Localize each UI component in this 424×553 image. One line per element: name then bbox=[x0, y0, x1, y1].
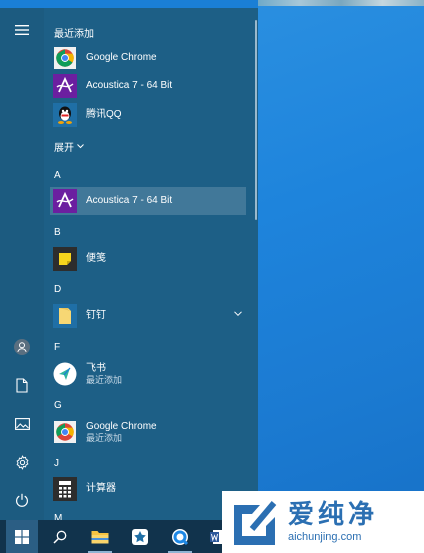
app-item-dingtalk-folder[interactable]: 钉钉 bbox=[50, 302, 246, 330]
group-letter-f[interactable]: F bbox=[54, 342, 60, 353]
app-name: 钉钉 bbox=[86, 310, 106, 321]
app-item-acoustica-recent[interactable]: Acoustica 7 - 64 Bit bbox=[50, 72, 246, 100]
qq-icon bbox=[53, 103, 77, 127]
site-watermark: 爱纯净 aichunjing.com bbox=[222, 491, 424, 553]
group-letter-j[interactable]: J bbox=[54, 458, 59, 469]
app-subtitle: 最近添加 bbox=[86, 374, 123, 385]
group-letter-b[interactable]: B bbox=[54, 227, 61, 238]
app-name: 便笺 bbox=[86, 253, 106, 264]
app-subtitle: 最近添加 bbox=[86, 432, 123, 443]
group-letter-g[interactable]: G bbox=[54, 400, 62, 411]
settings-icon bbox=[16, 454, 28, 470]
calculator-icon bbox=[53, 477, 77, 501]
browser-icon bbox=[172, 528, 189, 545]
sticky-notes-icon bbox=[53, 247, 77, 271]
desktop-background bbox=[258, 0, 424, 553]
feishu-icon bbox=[53, 362, 77, 386]
expand-label: 展开 bbox=[54, 143, 74, 154]
app-name: Google Chrome bbox=[86, 52, 157, 63]
user-avatar-icon bbox=[14, 339, 30, 355]
start-menu-rail bbox=[0, 8, 44, 520]
start-menu: 最近添加 Google Chrome Acoustica 7 - 64 Bit … bbox=[0, 8, 258, 520]
chrome-icon bbox=[53, 46, 77, 70]
app-item-google-chrome[interactable]: Google Chrome 最近添加 bbox=[50, 418, 246, 446]
documents-button[interactable] bbox=[6, 371, 38, 399]
chevron-down-icon bbox=[77, 144, 84, 149]
start-button[interactable] bbox=[6, 520, 38, 553]
group-letter-m[interactable]: M bbox=[54, 513, 62, 520]
app-name: Acoustica 7 - 64 Bit bbox=[86, 195, 173, 206]
app-name: 计算器 bbox=[86, 483, 116, 494]
app-name: Acoustica 7 - 64 Bit bbox=[86, 80, 173, 91]
app-item-google-chrome-recent[interactable]: Google Chrome bbox=[50, 44, 246, 72]
taskbar-file-explorer[interactable] bbox=[82, 520, 118, 553]
chrome-icon bbox=[53, 420, 77, 444]
app-item-acoustica[interactable]: Acoustica 7 - 64 Bit bbox=[50, 187, 246, 215]
watermark-url: aichunjing.com bbox=[288, 531, 362, 543]
app-name: 腾讯QQ bbox=[86, 109, 122, 120]
group-letter-a[interactable]: A bbox=[54, 170, 61, 181]
power-icon bbox=[16, 493, 28, 507]
group-letter-d[interactable]: D bbox=[54, 284, 61, 295]
taskbar-browser[interactable] bbox=[162, 520, 198, 553]
watermark-title: 爱纯净 bbox=[288, 500, 379, 530]
taskbar-feishu[interactable] bbox=[122, 520, 158, 553]
windows-start-icon bbox=[15, 529, 29, 544]
search-icon bbox=[53, 530, 67, 544]
watermark-logo-icon bbox=[234, 501, 277, 545]
app-item-calculator[interactable]: 计算器 bbox=[50, 475, 246, 503]
app-name: 飞书 bbox=[86, 362, 106, 374]
power-button[interactable] bbox=[6, 486, 38, 514]
feishu-taskbar-icon bbox=[132, 528, 148, 545]
app-list: 最近添加 Google Chrome Acoustica 7 - 64 Bit … bbox=[44, 8, 258, 520]
pictures-button[interactable] bbox=[6, 410, 38, 438]
chevron-down-icon bbox=[234, 311, 242, 317]
settings-button[interactable] bbox=[6, 448, 38, 476]
hamburger-menu-button[interactable] bbox=[6, 16, 38, 44]
app-list-scrollbar[interactable] bbox=[255, 20, 257, 220]
app-name: Google Chrome bbox=[86, 420, 157, 432]
file-explorer-icon bbox=[91, 531, 109, 544]
taskbar-search-button[interactable] bbox=[42, 520, 78, 553]
folder-icon bbox=[53, 304, 77, 328]
pictures-icon bbox=[14, 418, 30, 430]
app-item-sticky-notes[interactable]: 便笺 bbox=[50, 245, 246, 273]
app-item-feishu[interactable]: 飞书 最近添加 bbox=[50, 360, 246, 388]
expand-recent-button[interactable]: 展开 bbox=[54, 139, 84, 154]
acoustica-icon bbox=[53, 74, 77, 98]
hamburger-icon bbox=[15, 25, 29, 35]
recently-added-heading: 最近添加 bbox=[54, 29, 94, 40]
user-account-button[interactable] bbox=[6, 333, 38, 361]
acoustica-icon bbox=[53, 189, 77, 213]
documents-icon bbox=[16, 377, 28, 393]
app-item-qq-recent[interactable]: 腾讯QQ bbox=[50, 101, 246, 129]
